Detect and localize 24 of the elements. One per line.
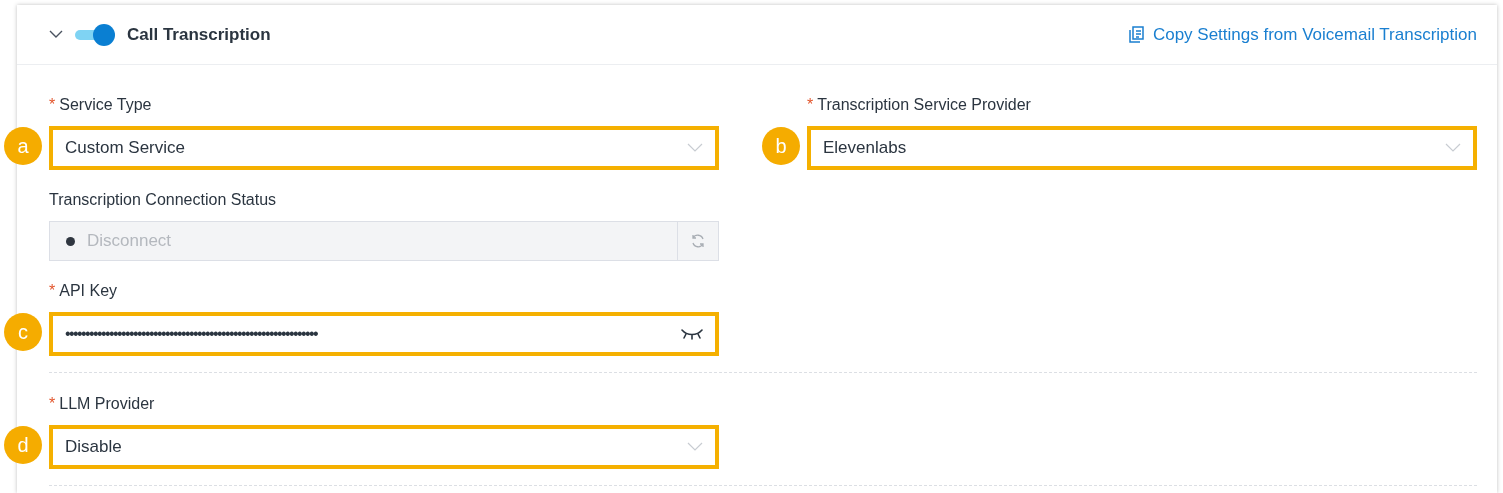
field-label: Transcription Connection Status [49, 190, 277, 210]
marker-badge: a [4, 127, 42, 165]
refresh-icon [690, 233, 706, 249]
field-label: API Key [59, 281, 118, 301]
chevron-down-icon [687, 442, 703, 452]
copy-settings-link[interactable]: Copy Settings from Voicemail Transcription [1128, 21, 1477, 48]
eye-closed-icon[interactable] [681, 328, 703, 340]
required-mark: * [49, 95, 56, 115]
field-label: Service Type [59, 95, 152, 115]
status-text: Disconnect [87, 230, 172, 253]
section-title: Call Transcription [127, 23, 271, 46]
chevron-down-icon [1445, 143, 1461, 153]
field-label: Transcription Service Provider [817, 95, 1031, 115]
toggle-switch[interactable] [75, 23, 115, 46]
marker-badge: d [4, 426, 42, 464]
marker-badge: c [4, 313, 42, 351]
chevron-down-icon [687, 143, 703, 153]
required-mark: * [49, 281, 56, 301]
field-label: LLM Provider [59, 394, 155, 414]
chevron-down-icon[interactable] [49, 30, 63, 39]
copy-icon [1128, 26, 1145, 43]
required-mark: * [807, 95, 814, 115]
marker-badge: b [762, 127, 800, 165]
required-mark: * [49, 394, 56, 414]
